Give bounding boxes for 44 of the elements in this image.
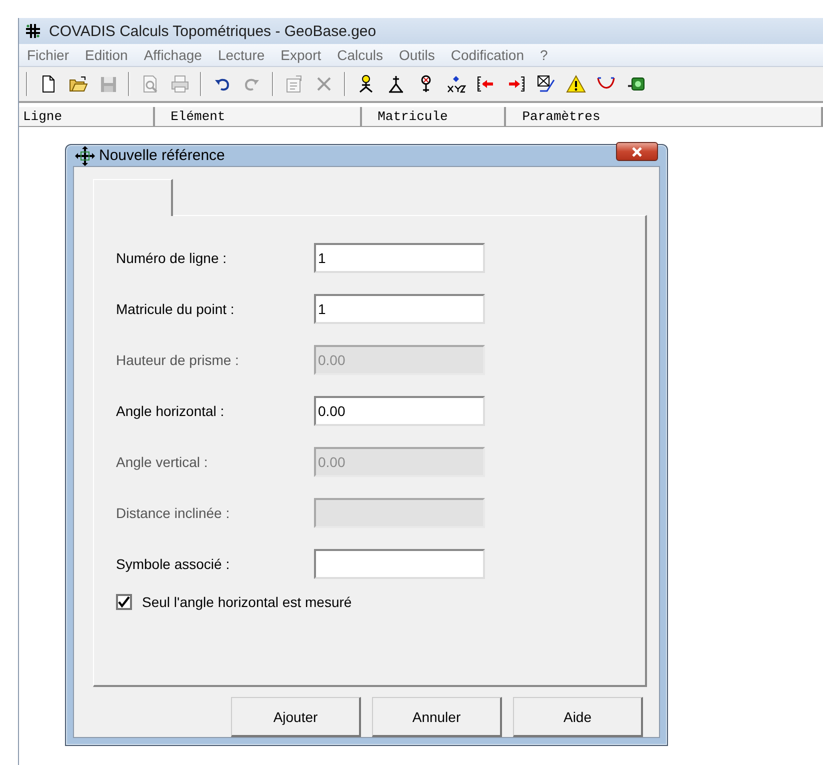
station-icon[interactable]: [386, 74, 406, 94]
menu-item[interactable]: Outils: [393, 46, 441, 64]
close-icon: [631, 146, 643, 158]
menu-item[interactable]: Lecture: [212, 46, 271, 64]
arrow-right-icon[interactable]: [506, 74, 526, 94]
xyz-icon[interactable]: [446, 74, 466, 94]
input-field[interactable]: [314, 549, 485, 579]
checkmark-icon: [118, 596, 130, 608]
field-label: Matricule du point :: [116, 301, 236, 317]
column-header[interactable]: Matricule: [362, 107, 506, 127]
dialog-button[interactable]: Aide: [513, 697, 643, 737]
menu-item[interactable]: Calculs: [331, 46, 390, 64]
menu-item[interactable]: Affichage: [138, 46, 208, 64]
dialog-button[interactable]: Ajouter: [231, 697, 361, 737]
move-arrows-icon: [75, 146, 95, 166]
input-field[interactable]: 1: [314, 294, 485, 324]
field-label: Hauteur de prisme :: [116, 352, 240, 368]
column-header[interactable]: Paramètres: [506, 107, 823, 127]
field-label: Symbole associé :: [116, 556, 231, 572]
checkbox[interactable]: [116, 594, 132, 610]
menu-item[interactable]: ?: [534, 46, 554, 64]
app-grid-icon: [23, 23, 43, 39]
window-title: COVADIS Calculs Topométriques - GeoBase.geo: [49, 22, 376, 40]
dialog-button[interactable]: Annuler: [372, 697, 502, 737]
input-field[interactable]: 1: [314, 243, 485, 273]
field-label: Angle horizontal :: [116, 403, 226, 419]
close-button[interactable]: [616, 142, 658, 161]
menu-item[interactable]: Codification: [444, 46, 530, 64]
menu-item[interactable]: Edition: [79, 46, 134, 64]
arrow-left-icon[interactable]: [476, 74, 496, 94]
field-label: Numéro de ligne :: [116, 250, 228, 266]
menu-item[interactable]: Export: [274, 46, 328, 64]
checkbox-label[interactable]: Seul l'angle horizontal est mesuré: [142, 594, 352, 610]
menu-item[interactable]: Fichier: [21, 46, 76, 64]
input-field[interactable]: 0.00: [314, 396, 485, 426]
tab[interactable]: [93, 179, 173, 216]
column-header[interactable]: Elément: [154, 107, 362, 127]
chart-icon[interactable]: [536, 74, 556, 94]
column-header[interactable]: Ligne: [19, 107, 155, 127]
field-label: Angle vertical :: [116, 454, 209, 470]
field-label: Distance inclinée :: [116, 505, 231, 521]
warning-icon[interactable]: [566, 74, 586, 94]
dialog-title: Nouvelle référence: [99, 147, 225, 164]
open-folder-icon[interactable]: [68, 74, 88, 94]
